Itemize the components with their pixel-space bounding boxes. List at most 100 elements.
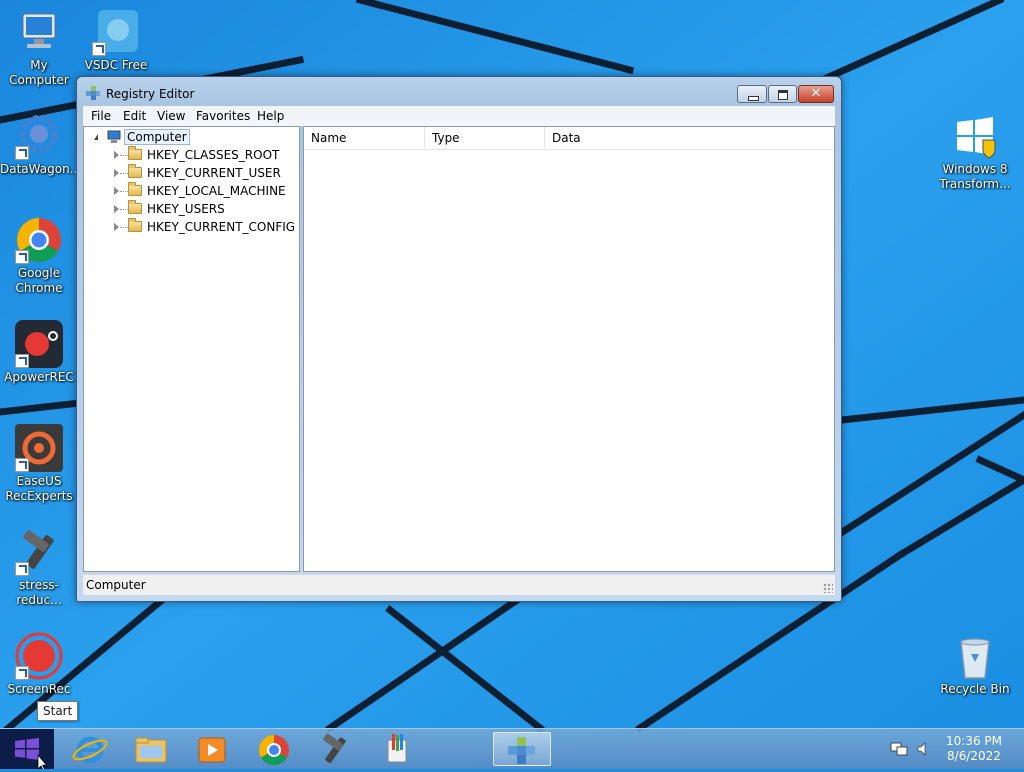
desktop-icon-label: ScreenRec: [7, 682, 71, 696]
menu-help[interactable]: Help: [257, 109, 284, 123]
desktop-icon-label: Windows 8 Transform...: [939, 162, 1011, 191]
clock-date: 8/6/2022: [947, 749, 1001, 763]
tree-item-label: HKEY_CLASSES_ROOT: [147, 148, 280, 162]
tree-connector: [120, 155, 128, 156]
column-headers: Name Type Data: [304, 127, 834, 150]
desktop-icon-label: stress-reduc...: [16, 578, 62, 607]
windows-logo-icon: [951, 112, 999, 160]
speaker-icon[interactable]: [916, 741, 932, 757]
record-icon: [15, 320, 63, 368]
tree-item-hkey-current-user[interactable]: HKEY_CURRENT_USER: [84, 164, 299, 182]
internet-explorer-icon: [72, 736, 108, 764]
system-clock[interactable]: 10:36 PM 8/6/2022: [944, 734, 1004, 764]
chrome-icon: [258, 735, 289, 766]
taskbar: 10:36 PM 8/6/2022: [0, 728, 1024, 772]
expand-arrow-icon[interactable]: [114, 151, 119, 159]
tree-connector: [120, 227, 128, 228]
title-bar[interactable]: Registry Editor ✕: [77, 77, 841, 107]
expand-arrow-icon[interactable]: [114, 205, 119, 213]
tree-item-computer[interactable]: Computer: [84, 128, 299, 146]
computer-icon: [15, 8, 63, 56]
shortcut-arrow-icon: [15, 354, 29, 368]
network-icon[interactable]: [890, 741, 908, 757]
shortcut-arrow-icon: [15, 250, 29, 264]
desktop-icon-easeus-recexperts[interactable]: EaseUS RecExperts: [0, 424, 78, 504]
taskbar-internet-explorer[interactable]: [61, 732, 119, 766]
gear-icon: [15, 112, 63, 160]
taskbar-file-explorer[interactable]: [122, 732, 180, 766]
desktop-icon-recycle-bin[interactable]: Recycle Bin: [936, 632, 1014, 697]
desktop-icon-label: Recycle Bin: [940, 682, 1010, 696]
tree-item-hkey-classes-root[interactable]: HKEY_CLASSES_ROOT: [84, 146, 299, 164]
taskbar-paint[interactable]: [368, 732, 426, 766]
maximize-button[interactable]: [768, 85, 797, 103]
menu-favorites[interactable]: Favorites: [196, 109, 250, 123]
column-header-data[interactable]: Data: [545, 127, 834, 149]
desktop-icon-datawagon[interactable]: DataWagon...: [0, 112, 82, 177]
status-bar: Computer: [83, 574, 835, 595]
key-tree-pane[interactable]: Computer HKEY_CLASSES_ROOT HKEY_CURRENT_…: [83, 126, 300, 572]
shortcut-arrow-icon: [15, 458, 29, 472]
desktop-icon-label: ApowerREC: [4, 370, 74, 384]
values-list-pane[interactable]: Name Type Data: [303, 126, 835, 572]
shortcut-arrow-icon: [92, 42, 106, 56]
recycle-bin-icon: [951, 632, 999, 680]
menu-view[interactable]: View: [157, 109, 185, 123]
desktop-icon-windows8-transform[interactable]: Windows 8 Transform...: [936, 112, 1014, 192]
regedit-icon: [86, 86, 100, 100]
vsdc-icon: [92, 8, 140, 56]
close-icon: ✕: [810, 86, 822, 101]
taskbar-media-player[interactable]: [183, 732, 241, 766]
desktop-icon-apowerrec[interactable]: ApowerREC: [0, 320, 78, 385]
folder-icon: [128, 182, 142, 196]
regedit-icon: [508, 737, 535, 764]
tree-item-hkey-local-machine[interactable]: HKEY_LOCAL_MACHINE: [84, 182, 299, 200]
folder-icon: [135, 737, 167, 763]
computer-icon: [107, 130, 121, 143]
start-tooltip: Start: [37, 701, 79, 721]
expand-arrow-icon[interactable]: [114, 169, 119, 177]
expand-arrow-icon[interactable]: [114, 187, 119, 195]
start-button[interactable]: [0, 729, 54, 772]
collapse-arrow-icon[interactable]: [94, 134, 98, 140]
menu-bar: File Edit View Favorites Help: [83, 106, 835, 126]
resize-grip-icon[interactable]: [823, 583, 833, 593]
folder-icon: [128, 200, 142, 214]
expand-arrow-icon[interactable]: [114, 223, 119, 231]
easeus-icon: [15, 424, 63, 472]
hammer-icon: [323, 733, 346, 763]
desktop-icon-stress-reducer[interactable]: stress-reduc...: [0, 528, 78, 608]
taskbar-registry-editor[interactable]: [493, 732, 551, 766]
desktop-icon-label: EaseUS RecExperts: [5, 474, 73, 503]
desktop-icon-screenrec[interactable]: ScreenRec: [0, 632, 78, 697]
column-header-name[interactable]: Name: [304, 127, 425, 149]
window-title: Registry Editor: [106, 87, 195, 101]
close-button[interactable]: ✕: [798, 85, 834, 103]
tree-item-hkey-current-config[interactable]: HKEY_CURRENT_CONFIG: [84, 218, 299, 236]
desktop-icon-vsdc-free[interactable]: VSDC Free: [77, 8, 155, 73]
shortcut-arrow-icon: [15, 562, 29, 576]
column-header-type[interactable]: Type: [425, 127, 545, 149]
taskbar-stress-reducer[interactable]: [306, 732, 364, 766]
desktop-icon-label: My Computer: [9, 58, 69, 87]
paint-icon: [387, 734, 407, 763]
desktop-icon-my-computer[interactable]: My Computer: [0, 8, 78, 88]
desktop-icon-label: DataWagon...: [0, 162, 82, 176]
folder-icon: [128, 164, 142, 178]
screenrec-icon: [15, 632, 63, 680]
minimize-button[interactable]: [737, 85, 767, 103]
desktop-icon-label: VSDC Free: [84, 58, 148, 72]
windows-logo-icon: [15, 738, 48, 772]
tree-item-label: Computer: [124, 129, 190, 145]
hammer-icon: [15, 528, 63, 576]
menu-edit[interactable]: Edit: [123, 109, 146, 123]
taskbar-google-chrome[interactable]: [245, 732, 303, 766]
menu-file[interactable]: File: [91, 109, 111, 123]
shortcut-arrow-icon: [15, 666, 29, 680]
tree-item-hkey-users[interactable]: HKEY_USERS: [84, 200, 299, 218]
desktop-icon-google-chrome[interactable]: Google Chrome: [0, 216, 78, 296]
tree-connector: [120, 209, 128, 210]
folder-icon: [128, 218, 142, 232]
tree-connector: [120, 173, 128, 174]
folder-icon: [128, 146, 142, 160]
